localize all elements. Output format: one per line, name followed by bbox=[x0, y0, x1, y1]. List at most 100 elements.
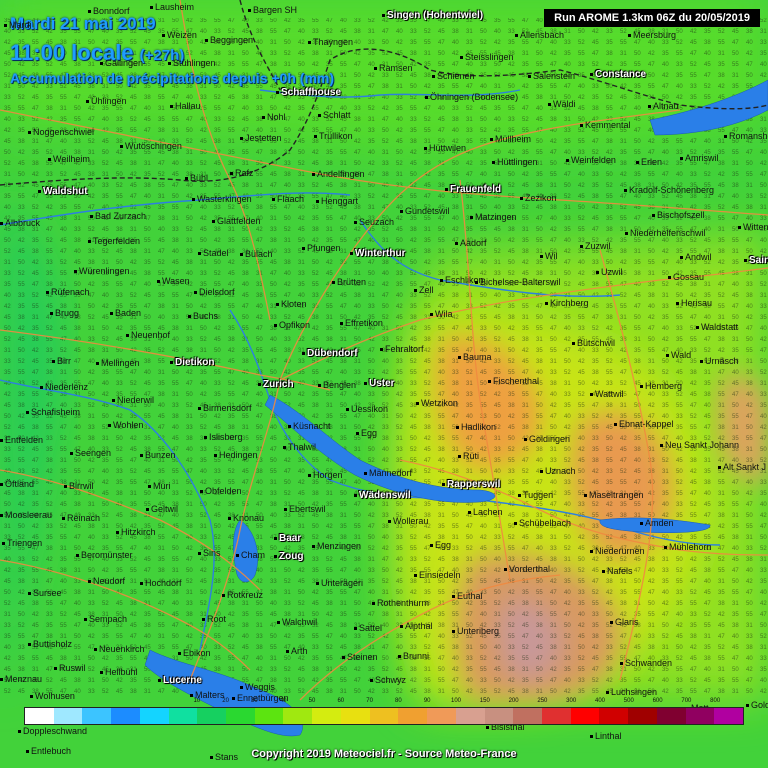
city-name: Hemberg bbox=[645, 381, 683, 391]
grid-value: 55 bbox=[312, 370, 319, 376]
grid-value: 52 bbox=[564, 634, 571, 640]
grid-value: 47 bbox=[718, 194, 725, 200]
city-label: Bunzen bbox=[140, 450, 176, 460]
grid-value: 45 bbox=[242, 381, 249, 387]
grid-value: 55 bbox=[648, 612, 655, 618]
grid-value: 38 bbox=[634, 447, 641, 453]
grid-value: 45 bbox=[326, 623, 333, 629]
grid-value: 47 bbox=[592, 227, 599, 233]
city-name: Zuzwil bbox=[585, 241, 611, 251]
grid-value: 50 bbox=[368, 271, 375, 277]
grid-value: 31 bbox=[186, 326, 193, 332]
city-label: Hallau bbox=[170, 101, 201, 111]
grid-value: 45 bbox=[690, 656, 697, 662]
grid-value: 35 bbox=[312, 392, 319, 398]
grid-value: 45 bbox=[46, 656, 53, 662]
city-label: Meersburg bbox=[628, 30, 676, 40]
grid-value: 40 bbox=[158, 403, 165, 409]
grid-value: 35 bbox=[564, 667, 571, 673]
grid-value: 47 bbox=[88, 117, 95, 123]
grid-value: 42 bbox=[662, 249, 669, 255]
grid-value: 55 bbox=[676, 51, 683, 57]
grid-value: 40 bbox=[564, 502, 571, 508]
grid-value: 55 bbox=[550, 84, 557, 90]
city-name: Trüllikon bbox=[319, 131, 353, 141]
grid-value: 31 bbox=[102, 436, 109, 442]
grid-value: 55 bbox=[172, 205, 179, 211]
grid-value: 47 bbox=[46, 667, 53, 673]
grid-value: 50 bbox=[214, 348, 221, 354]
grid-value: 50 bbox=[536, 51, 543, 57]
grid-value: 50 bbox=[144, 315, 151, 321]
grid-value: 45 bbox=[144, 469, 151, 475]
grid-value: 52 bbox=[312, 183, 319, 189]
grid-value: 31 bbox=[634, 337, 641, 343]
grid-value: 35 bbox=[228, 238, 235, 244]
grid-value: 42 bbox=[354, 139, 361, 145]
city-label: Cham bbox=[236, 550, 265, 560]
city-label: Andwil bbox=[680, 252, 712, 262]
grid-value: 33 bbox=[46, 260, 53, 266]
grid-value: 50 bbox=[18, 172, 25, 178]
legend-swatch bbox=[570, 708, 600, 724]
grid-value: 52 bbox=[228, 381, 235, 387]
grid-value: 40 bbox=[74, 249, 81, 255]
grid-value: 31 bbox=[172, 392, 179, 398]
grid-value: 35 bbox=[620, 150, 627, 156]
city-dot bbox=[100, 62, 103, 66]
grid-value: 40 bbox=[564, 590, 571, 596]
grid-value: 55 bbox=[144, 238, 151, 244]
city-name: Muri bbox=[153, 481, 171, 491]
grid-value: 38 bbox=[144, 623, 151, 629]
grid-value: 40 bbox=[368, 590, 375, 596]
grid-value: 38 bbox=[746, 381, 753, 387]
grid-value: 50 bbox=[410, 84, 417, 90]
grid-value: 31 bbox=[438, 337, 445, 343]
grid-value: 38 bbox=[130, 689, 137, 695]
grid-value: 35 bbox=[760, 315, 767, 321]
city-dot bbox=[340, 322, 343, 326]
city-label: Uessikon bbox=[346, 404, 388, 414]
legend-swatch bbox=[656, 708, 686, 724]
grid-value: 47 bbox=[326, 18, 333, 24]
grid-value: 42 bbox=[620, 260, 627, 266]
city-name: Sursee bbox=[33, 588, 62, 598]
grid-value: 50 bbox=[508, 84, 515, 90]
grid-value: 50 bbox=[732, 403, 739, 409]
grid-value: 52 bbox=[424, 557, 431, 563]
grid-value: 42 bbox=[466, 161, 473, 167]
grid-value: 47 bbox=[662, 172, 669, 178]
grid-value: 31 bbox=[704, 282, 711, 288]
legend-label: 90 bbox=[423, 698, 431, 704]
grid-value: 40 bbox=[760, 502, 767, 508]
city-dot bbox=[488, 380, 491, 384]
grid-value: 42 bbox=[578, 447, 585, 453]
grid-value: 38 bbox=[704, 40, 711, 46]
grid-value: 35 bbox=[494, 546, 501, 552]
grid-value: 50 bbox=[284, 40, 291, 46]
grid-value: 52 bbox=[368, 106, 375, 112]
grid-value: 47 bbox=[368, 612, 375, 618]
grid-value: 55 bbox=[578, 315, 585, 321]
grid-value: 55 bbox=[60, 535, 67, 541]
grid-value: 35 bbox=[662, 403, 669, 409]
grid-value: 52 bbox=[522, 557, 529, 563]
grid-value: 40 bbox=[4, 205, 11, 211]
city-label: Rüti bbox=[458, 451, 479, 461]
grid-value: 45 bbox=[620, 447, 627, 453]
grid-value: 31 bbox=[368, 293, 375, 299]
city-label: Schwanden bbox=[620, 658, 672, 668]
city-name: Vorderthal bbox=[509, 564, 551, 574]
grid-value: 42 bbox=[746, 579, 753, 585]
grid-value: 47 bbox=[718, 370, 725, 376]
city-name: Beromünster bbox=[81, 550, 133, 560]
grid-value: 33 bbox=[354, 106, 361, 112]
grid-value: 40 bbox=[144, 546, 151, 552]
grid-value: 52 bbox=[466, 370, 473, 376]
grid-value: 47 bbox=[46, 491, 53, 497]
city-label: Salenstein bbox=[528, 71, 575, 81]
grid-value: 33 bbox=[564, 568, 571, 574]
grid-value: 52 bbox=[60, 524, 67, 530]
grid-value: 55 bbox=[732, 678, 739, 684]
grid-value: 38 bbox=[606, 139, 613, 145]
